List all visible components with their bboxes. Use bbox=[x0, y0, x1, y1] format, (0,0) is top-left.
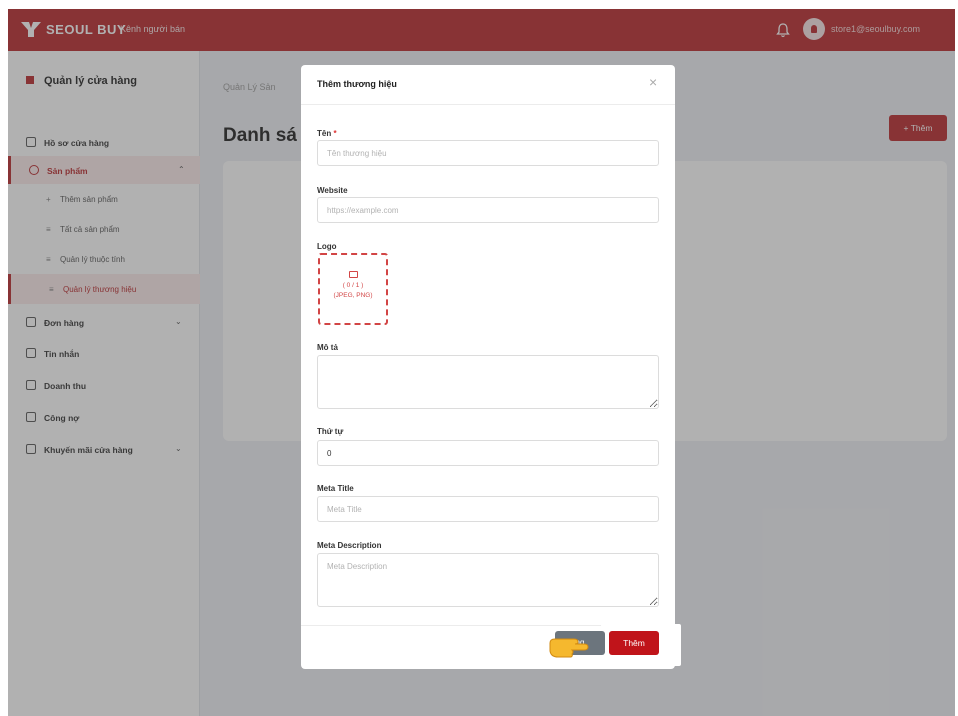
image-icon bbox=[348, 271, 358, 278]
meta-title-label: Meta Title bbox=[317, 484, 354, 493]
submit-add-button[interactable]: Thêm bbox=[609, 631, 659, 655]
name-label: Tên * bbox=[317, 129, 337, 138]
logo-count: ( 0 / 1 ) bbox=[342, 282, 364, 289]
meta-description-textarea[interactable] bbox=[317, 553, 659, 607]
order-label: Thứ tự bbox=[317, 427, 344, 436]
website-label: Website bbox=[317, 186, 348, 195]
required-marker: * bbox=[333, 129, 337, 138]
website-input[interactable] bbox=[317, 197, 659, 223]
meta-title-input[interactable] bbox=[317, 496, 659, 522]
brand-name-input[interactable] bbox=[317, 140, 659, 166]
description-textarea[interactable] bbox=[317, 355, 659, 409]
name-label-text: Tên bbox=[317, 129, 332, 138]
pointing-hand-icon bbox=[549, 638, 589, 658]
modal-title: Thêm thương hiệu bbox=[317, 79, 397, 89]
app-frame: SEOUL BUY Kênh người bán store1@seoulbuy… bbox=[8, 9, 955, 716]
modal-header: Thêm thương hiệu × bbox=[301, 65, 675, 105]
meta-description-label: Meta Description bbox=[317, 541, 382, 550]
logo-upload-area[interactable]: ( 0 / 1 ) (JPEG, PNG) bbox=[318, 253, 388, 325]
add-brand-modal: Thêm thương hiệu × Tên * Website Logo ( … bbox=[301, 65, 675, 669]
logo-formats: (JPEG, PNG) bbox=[333, 292, 373, 299]
description-label: Mô tả bbox=[317, 343, 338, 352]
logo-label: Logo bbox=[317, 242, 337, 251]
close-icon[interactable]: × bbox=[649, 75, 657, 89]
order-input[interactable] bbox=[317, 440, 659, 466]
